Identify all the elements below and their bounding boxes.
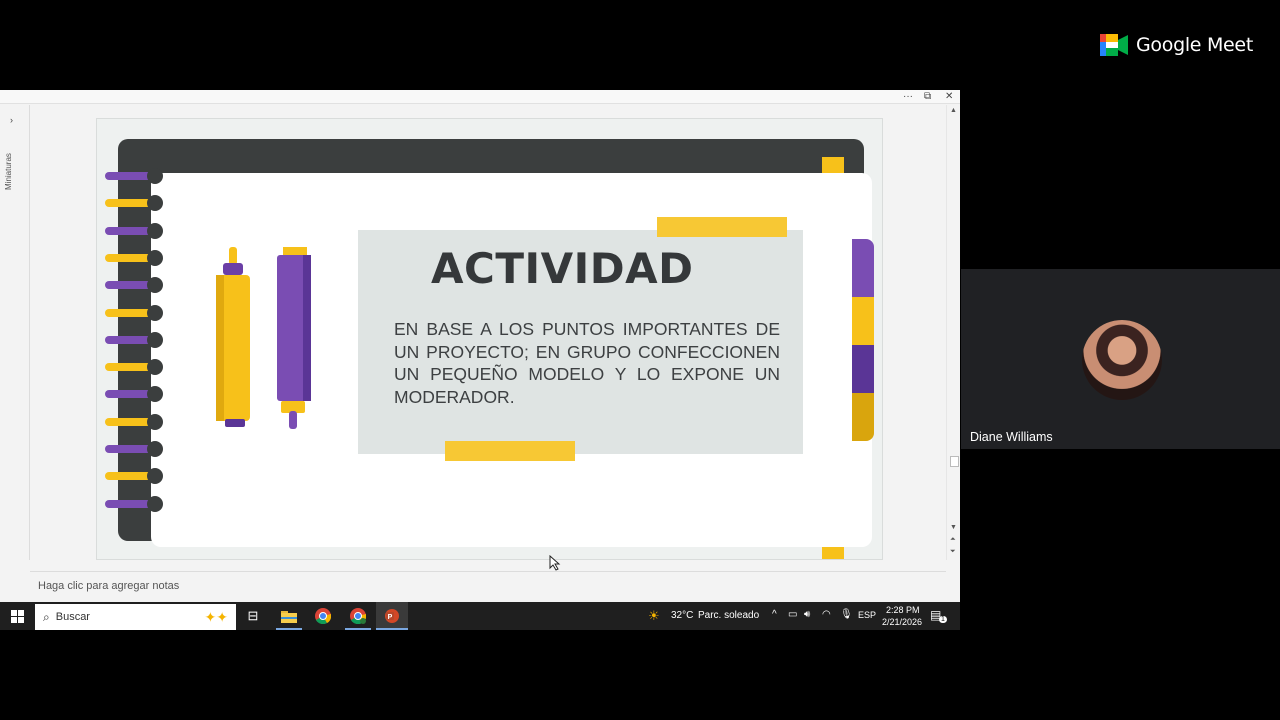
sparkle-icon: ✦✦ [204, 608, 228, 625]
top-binder-tab [822, 157, 844, 173]
taskbar-search-box[interactable]: ⌕ Buscar ✦✦ [35, 604, 236, 630]
search-label: Buscar [55, 611, 90, 623]
slide-body-text[interactable]: EN BASE A LOS PUNTOS IMPORTANTES DE UN P… [394, 318, 780, 408]
yellow-marker-icon [216, 247, 250, 427]
google-meet-brand: Google Meet [1100, 34, 1253, 56]
spiral-ring [105, 168, 163, 184]
battery-icon[interactable]: ▭ [788, 609, 797, 620]
close-icon[interactable]: ✕ [945, 90, 953, 104]
volume-icon[interactable]: 🔊︎ [804, 609, 810, 620]
ring-hole [147, 222, 163, 239]
meet-brand-name: Google Meet [1136, 34, 1253, 56]
ring-hole [147, 304, 163, 321]
spiral-ring [105, 386, 163, 403]
clock-date[interactable]: 2/21/2026 [882, 617, 922, 627]
participant-name: Diane Williams [970, 430, 1053, 444]
chevron-up-icon[interactable]: ^ [772, 609, 777, 620]
slide-canvas[interactable]: ACTIVIDAD EN BASE A LOS PUNTOS IMPORTANT… [96, 118, 883, 560]
ring-hole [147, 249, 163, 266]
language-indicator[interactable]: ESP [858, 610, 876, 620]
spiral-ring [105, 277, 163, 294]
google-meet-logo-icon [1100, 34, 1128, 56]
spiral-ring [105, 413, 163, 430]
search-icon: ⌕ [43, 609, 50, 624]
spiral-ring [105, 249, 163, 266]
chevron-right-icon[interactable]: › [10, 115, 13, 125]
next-slide-icon[interactable]: ⏷ [950, 548, 956, 556]
weather-temperature[interactable]: 32°C [671, 610, 693, 621]
windows-taskbar: ⌕ Buscar ✦✦ ⊟ P ☀ 32°C Parc. soleado ^ ▭… [0, 602, 960, 630]
restore-icon[interactable]: ⧉ [924, 90, 931, 104]
ring-hole [147, 359, 163, 376]
weather-icon[interactable]: ☀ [648, 608, 660, 624]
notes-pane[interactable]: Haga clic para agregar notas [30, 571, 946, 601]
file-explorer-active-indicator [276, 628, 302, 630]
participant-avatar [1082, 320, 1162, 400]
side-tab-yellow-2 [852, 393, 874, 441]
spiral-ring [105, 441, 163, 457]
purple-marker-icon [277, 247, 311, 429]
ring-hole [147, 495, 163, 512]
side-tab-purple-2 [852, 345, 874, 393]
side-tab-yellow-1 [852, 297, 874, 345]
chrome-icon[interactable] [313, 602, 333, 630]
thumbnails-label[interactable]: Miniaturas [4, 153, 13, 190]
mouse-cursor-icon [549, 555, 561, 571]
more-options-icon[interactable]: ··· [903, 90, 913, 104]
spiral-ring [105, 331, 163, 348]
tape-top-decoration [657, 217, 787, 237]
spiral-ring [105, 304, 163, 321]
svg-text:P: P [388, 614, 393, 621]
spiral-ring [105, 468, 163, 485]
chrome-active-indicator [345, 628, 371, 630]
ring-hole [147, 168, 163, 184]
thumbnails-pane: › Miniaturas [0, 105, 30, 560]
spiral-ring [105, 359, 163, 376]
ring-hole [147, 441, 163, 457]
spiral-ring [105, 195, 163, 212]
notes-placeholder[interactable]: Haga clic para agregar notas [38, 580, 179, 592]
powerpoint-icon[interactable]: P [376, 602, 408, 630]
scroll-thumb[interactable] [950, 456, 959, 467]
task-view-icon[interactable]: ⊟ [243, 602, 263, 630]
ring-hole [147, 413, 163, 430]
spiral-ring [105, 222, 163, 239]
spiral-ring [105, 495, 163, 512]
scroll-down-icon[interactable]: ▼ [950, 524, 957, 532]
file-explorer-icon[interactable] [278, 602, 300, 630]
ring-hole [147, 331, 163, 348]
microphone-icon[interactable]: 🎙︎ [840, 609, 853, 620]
windows-start-icon[interactable] [6, 602, 28, 630]
scroll-up-icon[interactable]: ▲ [950, 107, 957, 115]
bottom-binder-tab [822, 546, 844, 559]
vertical-scrollbar[interactable]: ▲ ▼ ⏶ ⏷ [946, 105, 960, 560]
tape-bottom-decoration [445, 441, 575, 461]
weather-description[interactable]: Parc. soleado [698, 610, 759, 621]
previous-slide-icon[interactable]: ⏶ [950, 536, 956, 544]
activity-card: ACTIVIDAD EN BASE A LOS PUNTOS IMPORTANT… [358, 230, 803, 454]
wifi-icon[interactable]: ◠ [822, 609, 831, 620]
chrome-profile-icon[interactable] [347, 602, 369, 630]
slide-title[interactable]: ACTIVIDAD [431, 244, 693, 293]
window-title-strip: ··· ⧉ ✕ [0, 90, 960, 104]
clock-time[interactable]: 2:28 PM [886, 605, 920, 615]
powerpoint-active-indicator [376, 628, 408, 630]
notification-count-badge: 1 [939, 616, 947, 623]
side-tab-purple-1 [852, 239, 874, 297]
